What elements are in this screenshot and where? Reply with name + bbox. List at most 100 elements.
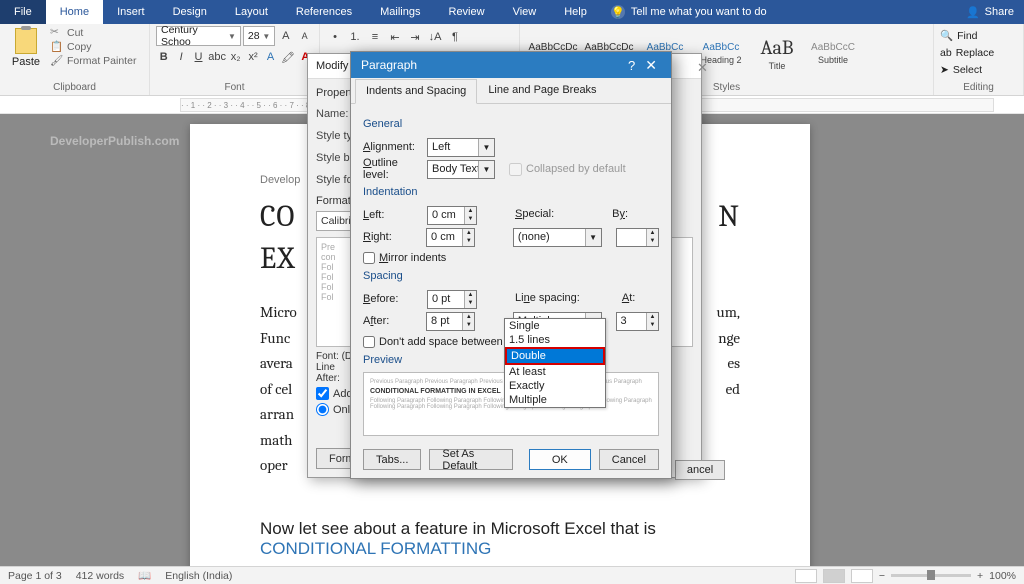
alignment-combo[interactable]: Left▼ [427,138,495,157]
zoom-in-button[interactable]: + [977,570,983,582]
select-button[interactable]: ➤Select [940,61,1017,78]
tab-indents-spacing[interactable]: Indents and Spacing [355,79,477,104]
dont-add-checkbox[interactable] [363,336,375,348]
watermark: DeveloperPublish.com [50,134,179,148]
numbering-button[interactable]: 1. [346,28,364,46]
tab-insert[interactable]: Insert [103,0,159,24]
text-effects-button[interactable]: A [263,48,278,66]
tab-references[interactable]: References [282,0,366,24]
increase-indent-button[interactable]: ⇥ [406,28,424,46]
read-mode-button[interactable] [795,569,817,583]
chevron-down-icon: ▼ [478,139,494,156]
set-default-button[interactable]: Set As Default [429,449,512,470]
ok-button[interactable]: OK [529,449,591,470]
language-status[interactable]: English (India) [165,570,232,582]
ls-option-1-5[interactable]: 1.5 lines [505,333,605,347]
replace-icon: ab [940,47,952,59]
doc-title-left: CO EX [260,196,295,280]
left-indent-input[interactable]: 0 cm▲▼ [427,206,477,225]
spacing-section: Spacing [363,270,659,282]
ls-option-exactly[interactable]: Exactly [505,379,605,393]
format-painter-button[interactable]: 🖌Format Painter [50,54,136,67]
paste-button[interactable]: Paste [6,26,46,80]
before-label: Before: [363,293,423,305]
tab-line-page-breaks[interactable]: Line and Page Breaks [477,78,607,103]
chevron-down-icon: ▼ [228,32,236,41]
alignment-label: Alignment: [363,141,423,153]
tell-me-label: Tell me what you want to do [631,6,767,18]
shrink-font-icon[interactable]: A [296,27,313,45]
grow-font-icon[interactable]: A [277,27,294,45]
tab-home[interactable]: Home [46,0,103,24]
indentation-section: Indentation [363,186,659,198]
tab-design[interactable]: Design [159,0,221,24]
right-indent-input[interactable]: 0 cm▲▼ [426,228,475,247]
doc-link[interactable]: CONDITIONAL FORMATTING [260,539,491,558]
italic-button[interactable]: I [173,48,188,66]
ls-option-atleast[interactable]: At least [505,365,605,379]
strike-button[interactable]: abc [208,48,226,66]
highlight-button[interactable]: 🖍 [280,48,295,66]
tab-layout[interactable]: Layout [221,0,282,24]
paste-icon [15,28,37,54]
group-editing: 🔍Find abReplace ➤Select Editing [934,24,1024,95]
add-to-checkbox[interactable] [316,387,329,400]
zoom-slider[interactable] [891,574,971,577]
close-icon[interactable]: ✕ [641,57,661,74]
show-marks-button[interactable]: ¶ [446,28,464,46]
right-label: Right: [363,231,422,243]
decrease-indent-button[interactable]: ⇤ [386,28,404,46]
multilevel-button[interactable]: ≡ [366,28,384,46]
tell-me-search[interactable]: 💡 Tell me what you want to do [611,5,767,19]
tabs-button[interactable]: Tabs... [363,449,421,470]
after-input[interactable]: 8 pt▲▼ [426,312,475,331]
find-button[interactable]: 🔍Find [940,27,1017,44]
bold-button[interactable]: B [156,48,171,66]
ls-option-single[interactable]: Single [505,319,605,333]
status-bar: Page 1 of 3 412 words 📖 English (India) … [0,566,1024,584]
bullets-button[interactable]: • [326,28,344,46]
special-combo[interactable]: (none)▼ [513,228,602,247]
by-label: By: [612,208,628,220]
share-button[interactable]: 👤 Share [966,6,1014,19]
help-icon[interactable]: ? [622,58,641,73]
word-count[interactable]: 412 words [76,570,124,582]
only-in-radio[interactable] [316,403,329,416]
clipboard-group-label: Clipboard [6,80,143,93]
underline-button[interactable]: U [191,48,206,66]
editing-group-label: Editing [940,80,1017,93]
ls-option-double[interactable]: Double [505,347,605,365]
tab-file[interactable]: File [0,0,46,24]
at-input[interactable]: 3▲▼ [616,312,659,331]
paragraph-dialog-title[interactable]: Paragraph ? ✕ [351,52,671,78]
collapsed-checkbox [509,163,522,176]
web-layout-button[interactable] [851,569,873,583]
superscript-button[interactable]: x² [245,48,260,66]
style-title[interactable]: AaBTitle [750,26,804,80]
print-layout-button[interactable] [823,569,845,583]
mirror-checkbox[interactable] [363,252,375,264]
copy-button[interactable]: 📋Copy [50,40,136,53]
sort-button[interactable]: ↓A [426,28,444,46]
ls-option-multiple[interactable]: Multiple [505,393,605,407]
proofing-icon[interactable]: 📖 [138,569,151,582]
cancel-button[interactable]: Cancel [599,449,659,470]
bg-cancel-button[interactable]: ancel [675,460,725,480]
tab-review[interactable]: Review [435,0,499,24]
outline-combo[interactable]: Body Text▼ [427,160,495,179]
tab-help[interactable]: Help [550,0,601,24]
style-subtitle[interactable]: AaBbCcCSubtitle [806,26,860,80]
zoom-out-button[interactable]: − [879,570,885,582]
font-size-combo[interactable]: 28▼ [243,26,275,46]
before-input[interactable]: 0 pt▲▼ [427,290,477,309]
tab-mailings[interactable]: Mailings [366,0,434,24]
bg-close-icon[interactable]: ✕ [697,60,708,76]
tab-view[interactable]: View [499,0,551,24]
zoom-level[interactable]: 100% [989,570,1016,582]
subscript-button[interactable]: x₂ [228,48,243,66]
font-name-combo[interactable]: Century Schoo▼ [156,26,241,46]
by-input[interactable]: ▲▼ [616,228,659,247]
page-status[interactable]: Page 1 of 3 [8,570,62,582]
cut-button[interactable]: ✂Cut [50,26,136,39]
replace-button[interactable]: abReplace [940,44,1017,61]
